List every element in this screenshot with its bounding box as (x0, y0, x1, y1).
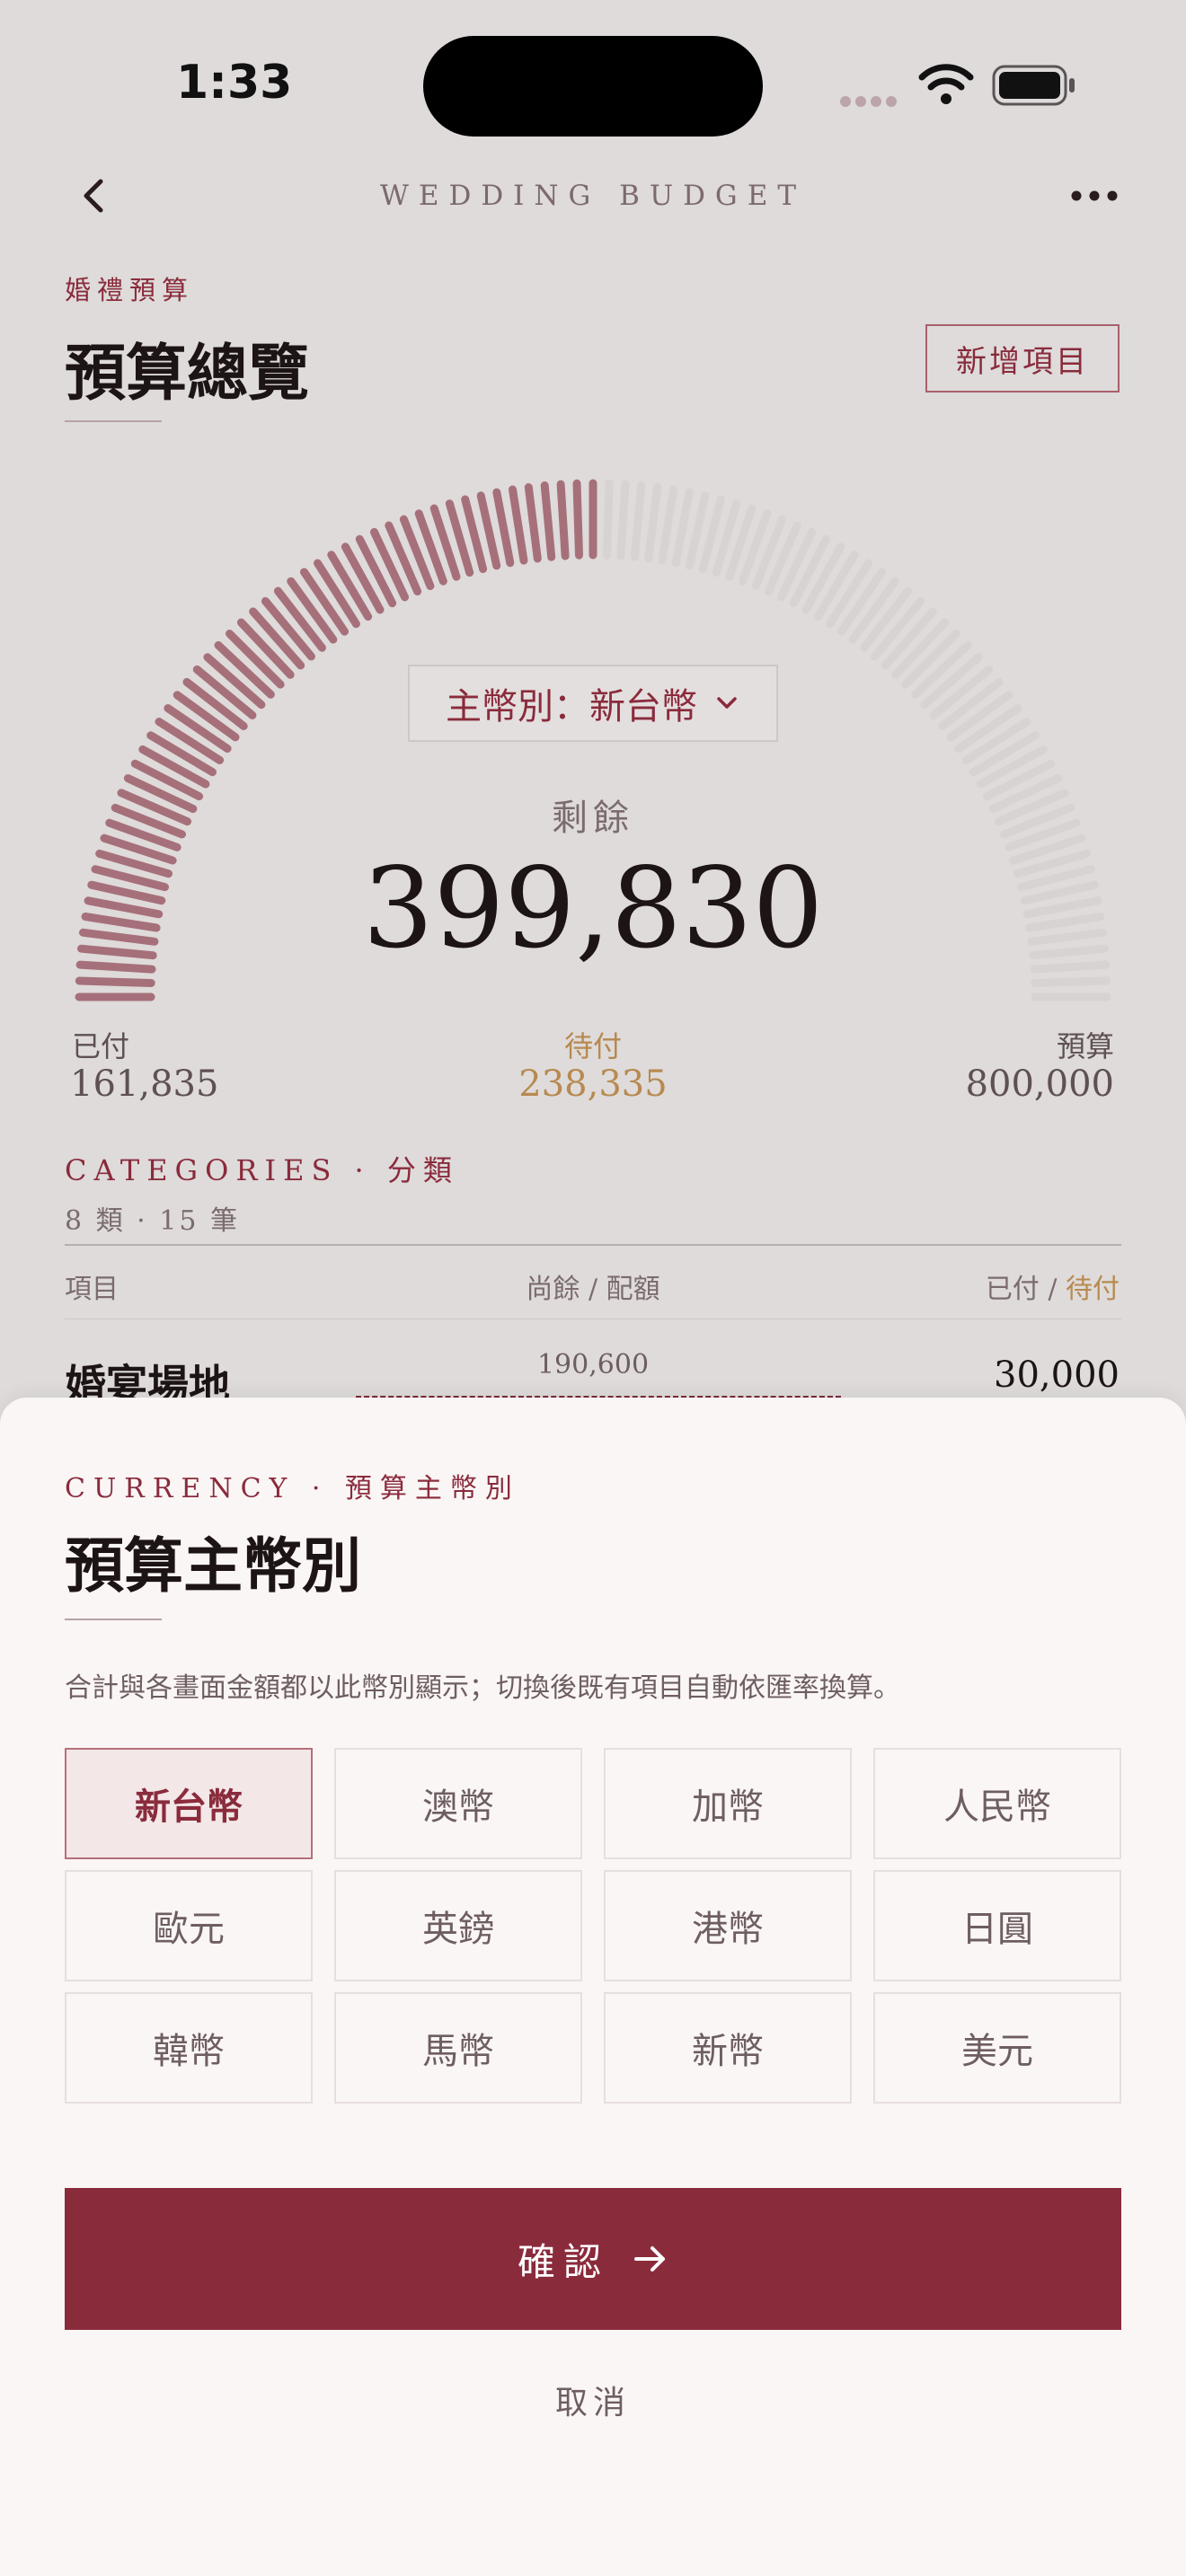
section-eyebrow: 婚禮預算 (65, 275, 195, 305)
status-time: 1:33 (176, 56, 293, 110)
column-header-paid: 已付 / 待付 (845, 1266, 1120, 1306)
gauge-tick-empty (630, 481, 646, 561)
dynamic-island (423, 36, 763, 137)
pending-value: 238,335 (518, 1063, 668, 1105)
column-header-pending-label: 待付 (1066, 1274, 1120, 1305)
gauge-tick-filled (355, 534, 397, 608)
column-header-separator: / (1039, 1274, 1066, 1305)
gauge-tick-filled (572, 479, 583, 560)
gauge-tick-filled (75, 960, 156, 974)
nav-title: WEDDING BUDGET (379, 180, 807, 212)
gauge-tick-empty (603, 479, 614, 560)
gauge-tick-empty (671, 488, 694, 568)
currency-option[interactable]: 韓幣 (65, 1992, 313, 2104)
chevron-down-icon (717, 697, 737, 709)
page-title: 預算總覽 (65, 338, 310, 410)
signal-icon (840, 93, 901, 110)
add-item-button[interactable]: 新增項目 (925, 324, 1120, 393)
paid-label: 已付 (72, 1029, 130, 1063)
cancel-button[interactable]: 取消 (503, 2377, 683, 2423)
pending-label: 待付 (563, 1029, 622, 1063)
gauge-tick-filled (492, 488, 515, 568)
gauge-tick-empty (1022, 896, 1102, 919)
column-header-item: 項目 (65, 1274, 119, 1305)
gauge-tick-filled (84, 896, 164, 919)
gauge-tick-empty (1027, 928, 1107, 946)
battery-icon (992, 65, 1075, 106)
remaining-label: 剩餘 (552, 798, 634, 839)
confirm-label: 確認 (517, 2239, 609, 2284)
gauge-tick-empty (789, 534, 831, 608)
currency-selector-label: 主幣別：新台幣 (446, 686, 697, 728)
sheet-eyebrow: CURRENCY · 預算主幣別 (65, 1473, 520, 1504)
currency-option[interactable]: 新台幣 (65, 1748, 313, 1859)
title-divider (65, 420, 162, 422)
currency-option[interactable]: 馬幣 (334, 1992, 582, 2104)
budget-value: 800,000 (965, 1063, 1114, 1105)
column-header-paid-label: 已付 (985, 1274, 1040, 1305)
chevron-left-icon (84, 179, 103, 213)
gauge-tick-filled (75, 976, 155, 987)
more-button[interactable] (1064, 169, 1128, 223)
gauge-tick-filled (79, 928, 159, 946)
gauge-tick-filled (77, 944, 157, 960)
currency-option[interactable]: 歐元 (65, 1870, 313, 1981)
gauge-tick-filled (556, 480, 570, 560)
categories-title: CATEGORIES · 分類 (65, 1153, 459, 1187)
currency-option[interactable]: 美元 (873, 1992, 1121, 2104)
budget-label: 預算 (1056, 1029, 1114, 1063)
currency-option[interactable]: 港幣 (604, 1870, 852, 1981)
sheet-title: 預算主幣別 (65, 1531, 361, 1601)
back-button[interactable] (70, 169, 117, 223)
confirm-button[interactable]: 確認 (65, 2188, 1121, 2330)
gauge-tick-empty (1030, 960, 1111, 974)
category-row-paid: 30,000 (994, 1354, 1120, 1396)
sheet-description: 合計與各畫面金額都以此幣別顯示；切換後既有項目自動依匯率換算。 (65, 1672, 900, 1704)
gauge-tick-filled (524, 483, 542, 563)
gauge-tick-filled (130, 759, 204, 801)
column-header-remaining: 尚餘 / 配額 (526, 1274, 660, 1305)
gauge-tick-empty (644, 483, 662, 563)
currency-option[interactable]: 加幣 (604, 1748, 852, 1859)
categories-subtitle: 8 類 · 15 筆 (65, 1205, 240, 1237)
currency-option[interactable]: 人民幣 (873, 1748, 1121, 1859)
gauge-tick-empty (982, 759, 1056, 801)
category-row-remaining: 190,600 (536, 1349, 650, 1381)
gauge-tick-filled (509, 485, 528, 565)
paid-value: 161,835 (70, 1063, 219, 1105)
categories-divider (65, 1244, 1121, 1246)
arrow-right-icon (634, 2246, 665, 2272)
gauge-tick-empty (1029, 944, 1109, 960)
sheet-title-divider (65, 1619, 162, 1620)
gauge-tick-empty (1031, 976, 1111, 987)
currency-selector-button[interactable]: 主幣別：新台幣 (408, 665, 778, 742)
wifi-icon (918, 64, 974, 104)
remaining-value: 399,830 (362, 844, 824, 974)
gauge-tick-empty (1025, 913, 1105, 932)
currency-option[interactable]: 新幣 (604, 1992, 852, 2104)
gauge-tick-filled (81, 913, 161, 932)
gauge-tick-filled (540, 481, 556, 561)
ellipsis-icon (1071, 190, 1118, 201)
currency-option[interactable]: 英鎊 (334, 1870, 582, 1981)
currency-option[interactable]: 澳幣 (334, 1748, 582, 1859)
gauge-tick-empty (658, 485, 677, 565)
gauge-tick-empty (616, 480, 630, 560)
currency-option[interactable]: 日圓 (873, 1870, 1121, 1981)
currency-options-grid: 新台幣 澳幣 加幣 人民幣 歐元 英鎊 港幣 日圓 韓幣 馬幣 新幣 美元 (65, 1748, 1121, 2104)
